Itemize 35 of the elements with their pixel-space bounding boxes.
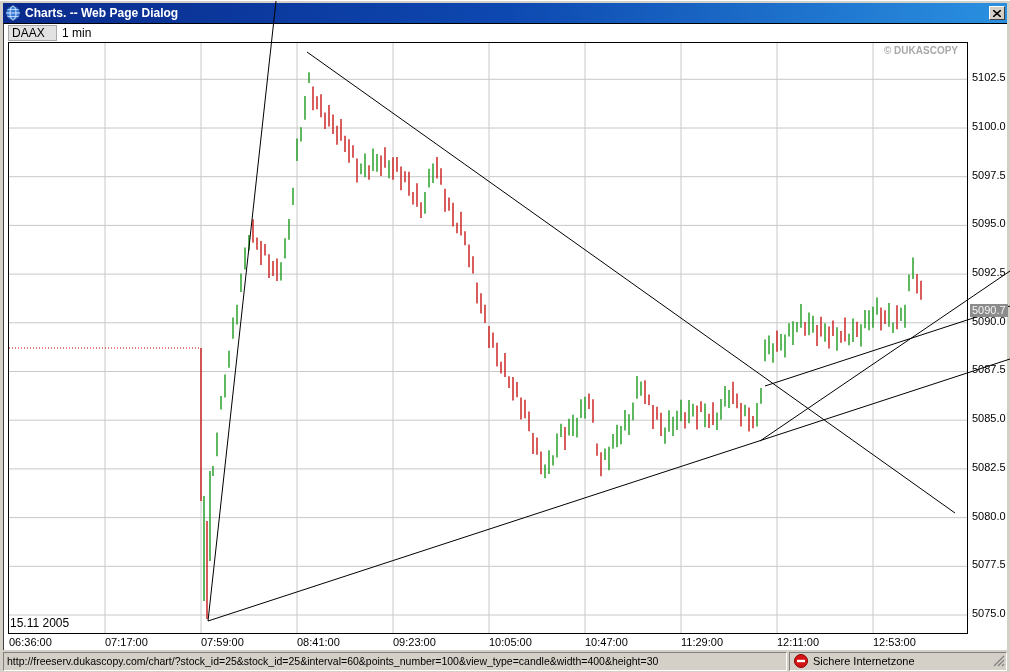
time-axis-label: 10:47:00 [585,636,628,648]
price-axis-label: 5077.5 [972,558,1006,571]
time-axis-label: 06:36:00 [9,636,52,648]
date-label: 15.11 2005 [10,616,70,630]
price-axis-label: 5080.0 [972,509,1006,522]
close-icon [993,9,1001,17]
time-axis-label: 07:59:00 [201,636,244,648]
status-url: http://freeserv.dukascopy.com/chart/?stock_id=25&stock_id=25&interval=60&points_number=100&view_type=candle&width=400&height=30 [3,651,787,671]
time-axis-label: 12:53:00 [873,636,916,648]
price-axis-label: 5087.5 [972,363,1006,376]
price-axis-label: 5095.0 [972,217,1006,230]
time-axis-label: 07:17:00 [105,636,148,648]
price-axis-label: 5100.0 [972,120,1006,133]
price-axis-label: 5092.5 [972,266,1006,279]
price-axis-label: 5085.0 [972,412,1006,425]
time-axis-label: 09:23:00 [393,636,436,648]
price-axis-label: 5090.0 [972,314,1006,327]
resize-grip-icon[interactable] [993,655,1005,667]
copyright-label: © DUKASCOPY [883,45,958,56]
time-axis-label: 11:29:00 [681,636,723,648]
time-axis-label: 10:05:00 [489,636,532,648]
security-zone-label: Sichere Internetzone [813,655,915,667]
no-entry-icon [794,654,808,668]
interval-label: 1 min [62,26,92,40]
symbol-label: DAAX [8,25,57,41]
price-axis-label: 5082.5 [972,460,1006,473]
close-button[interactable] [989,6,1005,20]
globe-icon [5,5,21,21]
price-axis-label: 5075.0 [972,606,1006,619]
time-axis-label: 08:41:00 [297,636,340,648]
price-axis-label: 5097.5 [972,168,1006,181]
price-axis-label: 5102.5 [972,71,1006,84]
time-axis-label: 12:11:00 [777,636,819,648]
current-price-marker: 5090.7 [970,304,1008,317]
window-title: Charts. -- Web Page Dialog [25,6,179,20]
